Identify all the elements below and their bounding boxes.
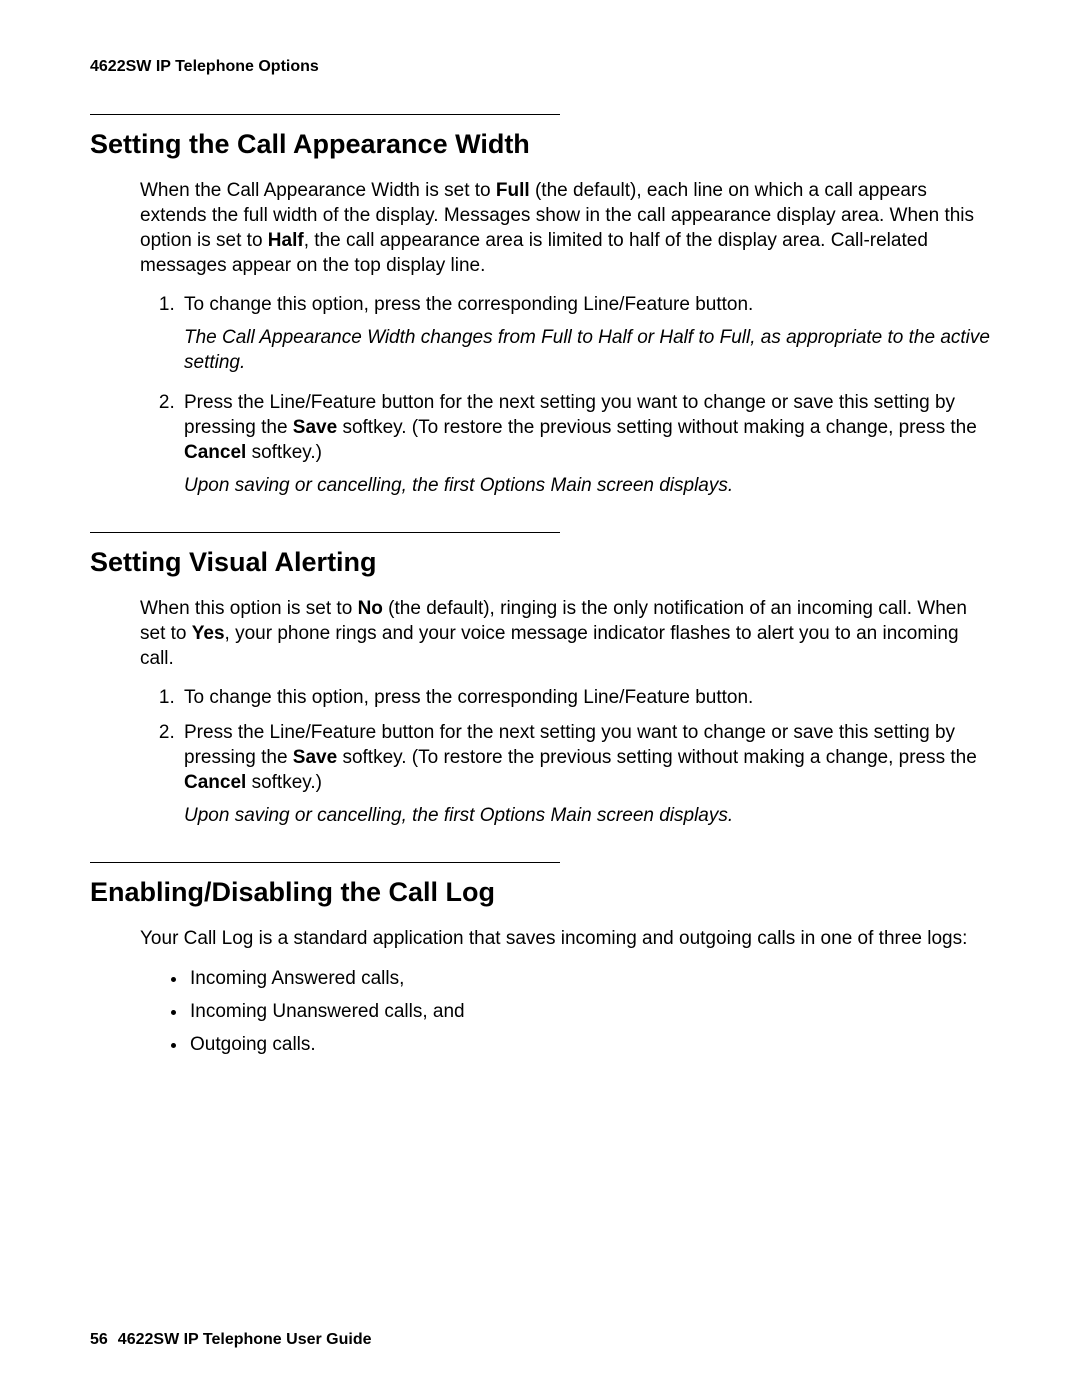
- bold-half: Half: [268, 230, 304, 251]
- bold-full: Full: [496, 180, 530, 201]
- section-call-log: Enabling/Disabling the Call Log Your Cal…: [90, 862, 990, 1056]
- list-item: Outgoing calls.: [188, 1032, 990, 1057]
- section-visual-alerting: Setting Visual Alerting When this option…: [90, 532, 990, 829]
- text: softkey. (To restore the previous settin…: [337, 417, 977, 438]
- step-result: Upon saving or cancelling, the first Opt…: [184, 473, 990, 498]
- page-number: 56: [90, 1331, 108, 1348]
- list-item: Incoming Unanswered calls, and: [188, 999, 990, 1024]
- step-item: Press the Line/Feature button for the ne…: [180, 390, 990, 498]
- section-rule: [90, 862, 560, 863]
- page-footer: 56 4622SW IP Telephone User Guide: [90, 1331, 372, 1349]
- text: softkey.): [246, 442, 322, 463]
- step-text: To change this option, press the corresp…: [184, 294, 753, 315]
- page: 4622SW IP Telephone Options Setting the …: [0, 0, 1080, 1397]
- text: When this option is set to: [140, 598, 358, 619]
- list-item: Incoming Answered calls,: [188, 966, 990, 991]
- bold-cancel: Cancel: [184, 772, 246, 793]
- section-heading: Enabling/Disabling the Call Log: [90, 877, 990, 908]
- bold-cancel: Cancel: [184, 442, 246, 463]
- running-header: 4622SW IP Telephone Options: [90, 58, 990, 76]
- bold-yes: Yes: [192, 623, 225, 644]
- step-result: The Call Appearance Width changes from F…: [184, 325, 990, 375]
- step-item: To change this option, press the corresp…: [180, 292, 990, 375]
- section-heading: Setting Visual Alerting: [90, 547, 990, 578]
- steps-list: To change this option, press the corresp…: [140, 685, 990, 828]
- text: , your phone rings and your voice messag…: [140, 623, 959, 669]
- section-heading: Setting the Call Appearance Width: [90, 129, 990, 160]
- bullet-list: Incoming Answered calls, Incoming Unansw…: [140, 966, 990, 1057]
- bold-no: No: [358, 598, 383, 619]
- section-body: Your Call Log is a standard application …: [140, 926, 990, 1056]
- text: softkey.): [246, 772, 322, 793]
- steps-list: To change this option, press the corresp…: [140, 292, 990, 498]
- step-text: To change this option, press the corresp…: [184, 687, 753, 708]
- footer-title: 4622SW IP Telephone User Guide: [118, 1331, 372, 1348]
- intro-paragraph: Your Call Log is a standard application …: [140, 926, 990, 951]
- section-call-appearance-width: Setting the Call Appearance Width When t…: [90, 114, 990, 498]
- text: When the Call Appearance Width is set to: [140, 180, 496, 201]
- section-rule: [90, 114, 560, 115]
- text: softkey. (To restore the previous settin…: [337, 747, 977, 768]
- intro-paragraph: When the Call Appearance Width is set to…: [140, 178, 990, 278]
- section-body: When the Call Appearance Width is set to…: [140, 178, 990, 498]
- step-item: Press the Line/Feature button for the ne…: [180, 720, 990, 828]
- section-body: When this option is set to No (the defau…: [140, 596, 990, 829]
- intro-paragraph: When this option is set to No (the defau…: [140, 596, 990, 671]
- bold-save: Save: [293, 417, 337, 438]
- section-rule: [90, 532, 560, 533]
- bold-save: Save: [293, 747, 337, 768]
- step-result: Upon saving or cancelling, the first Opt…: [184, 803, 990, 828]
- step-item: To change this option, press the corresp…: [180, 685, 990, 710]
